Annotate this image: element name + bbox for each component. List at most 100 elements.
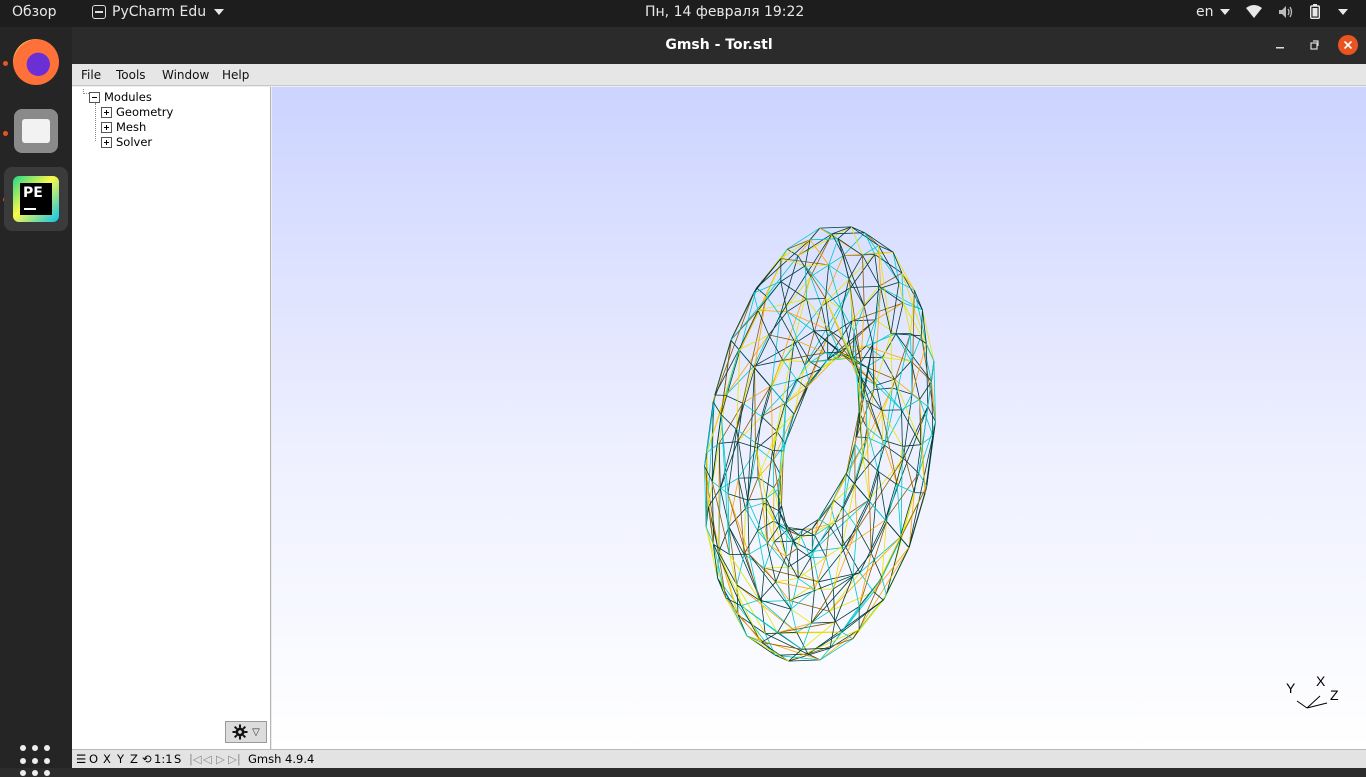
play-icon[interactable]: ▷ xyxy=(216,752,225,766)
mesh-edge xyxy=(902,273,914,290)
dock-firefox[interactable] xyxy=(4,30,68,94)
mesh-edge xyxy=(744,509,745,555)
mesh-edge xyxy=(811,277,822,307)
volume-icon xyxy=(1278,5,1294,19)
collapse-icon[interactable] xyxy=(89,92,100,103)
graphics-viewport[interactable]: Y X Z xyxy=(272,87,1366,749)
restore-icon xyxy=(1309,40,1319,50)
menu-toggle-icon[interactable]: ☰ xyxy=(76,752,86,766)
tree-item-geometry[interactable]: Geometry xyxy=(101,105,173,119)
torus-mesh xyxy=(272,87,1366,749)
minimize-button[interactable] xyxy=(1270,35,1290,55)
expand-icon[interactable] xyxy=(101,107,112,118)
mesh-edge xyxy=(741,606,778,633)
mesh-edge xyxy=(731,293,754,340)
mesh-edge xyxy=(814,330,829,331)
prev-step-icon[interactable]: ◁ xyxy=(203,752,212,766)
mesh-edge xyxy=(794,277,810,341)
mesh-edge xyxy=(797,632,808,654)
rotate-icon[interactable]: ⟲ xyxy=(142,752,152,766)
restore-button[interactable] xyxy=(1304,35,1324,55)
mesh-edge xyxy=(866,346,882,357)
mesh-edge xyxy=(737,554,744,585)
battery-icon xyxy=(1310,4,1320,19)
mesh-edge xyxy=(865,233,879,246)
mesh-edge xyxy=(759,582,776,600)
activities-button[interactable]: Обзор xyxy=(12,4,57,20)
mesh-edge xyxy=(789,630,859,662)
menu-help[interactable]: Help xyxy=(222,68,249,82)
mesh-edge xyxy=(902,399,920,410)
mesh-edge xyxy=(754,259,781,294)
first-step-icon[interactable]: |◁ xyxy=(189,752,202,766)
dock-pycharm[interactable]: PE xyxy=(4,167,68,231)
view-z-button[interactable]: Z xyxy=(130,752,138,766)
menu-file[interactable]: File xyxy=(81,68,101,82)
mesh-edge xyxy=(770,380,796,387)
window-titlebar[interactable]: Gmsh - Tor.stl xyxy=(72,27,1366,64)
menu-window[interactable]: Window xyxy=(162,68,209,82)
mesh-edge xyxy=(773,460,774,487)
system-tray[interactable] xyxy=(1246,4,1348,19)
mesh-edge xyxy=(731,340,739,350)
chevron-down-icon xyxy=(214,9,224,15)
files-icon xyxy=(14,109,58,153)
mesh-edge xyxy=(912,344,926,395)
chevron-down-icon xyxy=(1338,9,1348,15)
show-applications-button[interactable] xyxy=(20,745,52,777)
clock[interactable]: Пн, 14 февраля 19:22 xyxy=(645,4,804,20)
app-menu[interactable]: PyCharm Edu xyxy=(92,4,224,20)
mesh-edge xyxy=(896,303,903,334)
mesh-edge xyxy=(726,395,743,403)
mesh-edge xyxy=(882,357,911,361)
expand-icon[interactable] xyxy=(101,137,112,148)
mesh-edge xyxy=(815,589,834,590)
tree-item-mesh[interactable]: Mesh xyxy=(101,120,146,134)
mesh-edge xyxy=(797,549,798,579)
chevron-down-icon xyxy=(1220,9,1230,15)
mesh-edge xyxy=(786,341,794,405)
status-bar: ☰ O X Y Z ⟲ 1:1 S |◁ ◁ ▷ ▷| Gmsh 4.9.4 xyxy=(72,749,1366,768)
mesh-edge xyxy=(762,416,777,431)
window-title: Gmsh - Tor.stl xyxy=(72,37,1366,53)
language-indicator[interactable]: en xyxy=(1196,4,1230,20)
language-label: en xyxy=(1196,4,1214,20)
mesh-edge xyxy=(829,239,838,265)
expand-icon[interactable] xyxy=(101,122,112,133)
top-bar: Обзор PyCharm Edu Пн, 14 февраля 19:22 e… xyxy=(0,0,1366,27)
axis-z-label: Z xyxy=(1330,687,1339,703)
mesh-edge xyxy=(835,576,853,622)
view-x-button[interactable]: X xyxy=(103,752,111,766)
mesh-edge xyxy=(833,547,842,589)
view-o-button[interactable]: O xyxy=(89,752,98,766)
mesh-edge xyxy=(926,344,934,362)
tree-item-solver[interactable]: Solver xyxy=(101,135,152,149)
scale-button[interactable]: 1:1 xyxy=(154,752,173,766)
wifi-icon xyxy=(1246,5,1262,19)
mesh-edge xyxy=(739,310,758,349)
mesh-edge xyxy=(755,388,771,443)
mesh-edge xyxy=(721,341,731,415)
mesh-edge xyxy=(758,531,765,568)
next-step-icon[interactable]: ▷| xyxy=(228,752,241,766)
select-button[interactable]: S xyxy=(174,752,181,766)
tree-item-modules[interactable]: Modules xyxy=(89,90,152,104)
menu-tools[interactable]: Tools xyxy=(116,68,146,82)
mesh-edge xyxy=(781,259,829,265)
mesh-edge xyxy=(709,443,720,506)
mesh-edge xyxy=(707,395,715,452)
mesh-edge xyxy=(811,558,815,590)
settings-button[interactable]: ▽ xyxy=(225,721,267,743)
axis-y-label: Y xyxy=(1286,680,1296,696)
mesh-edge xyxy=(728,430,737,494)
close-button[interactable] xyxy=(1338,35,1358,55)
mesh-edge xyxy=(749,544,767,555)
mesh-edge xyxy=(765,542,774,568)
mesh-edge xyxy=(726,335,769,396)
mesh-edge xyxy=(810,239,838,240)
mesh-edge xyxy=(745,509,757,531)
dock-files[interactable] xyxy=(4,99,68,163)
mesh-edge xyxy=(832,227,851,234)
view-y-button[interactable]: Y xyxy=(117,752,124,766)
mesh-edge xyxy=(826,557,833,589)
